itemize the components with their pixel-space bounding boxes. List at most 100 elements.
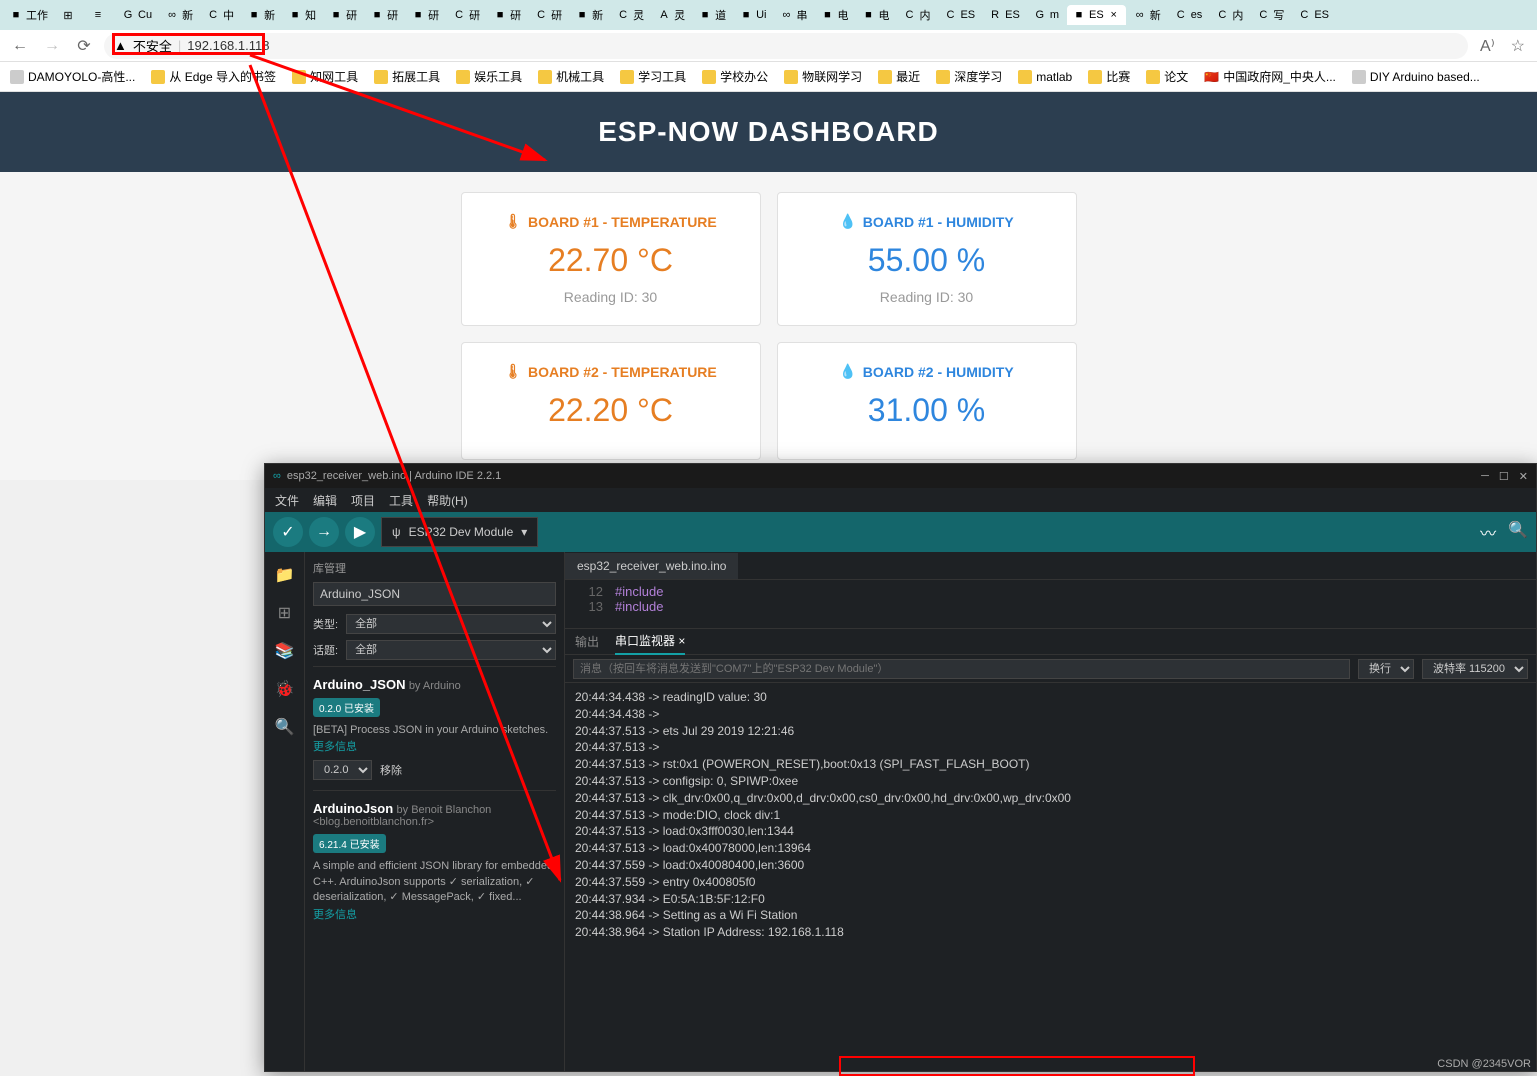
bookmark-item[interactable]: 物联网学习	[780, 66, 866, 87]
read-aloud-icon[interactable]: A⁾	[1476, 36, 1499, 56]
browser-tab[interactable]: Gm	[1028, 5, 1065, 25]
browser-tab[interactable]: ■研	[324, 3, 363, 27]
bookmark-item[interactable]: 学校办公	[698, 66, 772, 87]
search-icon[interactable]: 🔍	[274, 716, 296, 738]
library-manager-icon[interactable]: 📚	[274, 640, 296, 662]
browser-tab[interactable]: Ces	[1169, 5, 1209, 25]
debug-icon[interactable]: 🐞	[274, 678, 296, 700]
folder-icon[interactable]: 📁	[274, 564, 296, 586]
lib-author: by Arduino	[409, 680, 461, 692]
back-button[interactable]: ←	[8, 34, 32, 58]
board-manager-icon[interactable]: ⊞	[274, 602, 296, 624]
minimize-icon[interactable]: ─	[1481, 470, 1489, 483]
tab-label: 研	[346, 7, 357, 23]
bookmark-item[interactable]: matlab	[1014, 68, 1076, 86]
browser-tab[interactable]: ∞串	[774, 3, 813, 27]
menu-item[interactable]: 文件	[275, 492, 299, 509]
browser-tab[interactable]: ■电	[815, 3, 854, 27]
browser-tab[interactable]: CES	[938, 5, 981, 25]
bookmark-item[interactable]: 娱乐工具	[452, 66, 526, 87]
browser-tab[interactable]: ■电	[856, 3, 895, 27]
browser-tab[interactable]: C灵	[611, 3, 650, 27]
browser-tab[interactable]: ■研	[406, 3, 445, 27]
browser-tab[interactable]: ∞新	[1128, 3, 1167, 27]
serial-plotter-icon[interactable]: 〰	[1480, 520, 1496, 544]
bookmark-item[interactable]: 学习工具	[616, 66, 690, 87]
upload-button[interactable]: →	[309, 517, 339, 547]
menu-item[interactable]: 编辑	[313, 492, 337, 509]
board-selector[interactable]: ψ ESP32 Dev Module ▾	[381, 517, 538, 547]
browser-tab[interactable]: C研	[529, 3, 568, 27]
bookmark-item[interactable]: 论文	[1142, 66, 1192, 87]
topic-select[interactable]: 全部	[346, 640, 556, 660]
browser-tab[interactable]: ■研	[488, 3, 527, 27]
lib-remove-button[interactable]: 移除	[380, 762, 402, 778]
bookmark-item[interactable]: 比赛	[1084, 66, 1134, 87]
bookmark-item[interactable]: 深度学习	[932, 66, 1006, 87]
maximize-icon[interactable]: ☐	[1499, 470, 1509, 483]
lib-more-link[interactable]: 更多信息	[313, 738, 556, 754]
browser-tab[interactable]: ■研	[365, 3, 404, 27]
browser-tab[interactable]: ■Ui	[734, 5, 772, 25]
editor-tab[interactable]: esp32_receiver_web.ino.ino	[565, 553, 738, 579]
browser-tab[interactable]: RES	[983, 5, 1026, 25]
refresh-button[interactable]: ⟳	[72, 34, 96, 58]
bookmark-item[interactable]: 知网工具	[288, 66, 362, 87]
browser-tab[interactable]: ≡	[86, 5, 114, 25]
browser-tab[interactable]: C写	[1251, 3, 1290, 27]
verify-button[interactable]: ✓	[273, 517, 303, 547]
browser-tab[interactable]: CES	[1292, 5, 1335, 25]
output-tab[interactable]: 输出	[575, 629, 599, 654]
bookmark-item[interactable]: DAMOYOLO-高性...	[6, 66, 139, 87]
browser-tab[interactable]: A灵	[652, 3, 691, 27]
url-input[interactable]: ▲ 不安全 | 192.168.1.118	[104, 33, 1468, 59]
serial-monitor-tab[interactable]: 串口监视器 ×	[615, 628, 685, 655]
menu-item[interactable]: 项目	[351, 492, 375, 509]
close-tab-icon[interactable]: ×	[678, 634, 685, 648]
bookmark-item[interactable]: 最近	[874, 66, 924, 87]
bookmark-item[interactable]: 🇨🇳中国政府网_中央人...	[1200, 66, 1340, 87]
browser-tab[interactable]: C中	[201, 3, 240, 27]
dashboard-card: 💧BOARD #2 - HUMIDITY 31.00 %	[777, 342, 1077, 460]
browser-tab[interactable]: GCu	[116, 5, 158, 25]
browser-tab[interactable]: ■ES×	[1067, 5, 1126, 25]
serial-output[interactable]: 20:44:34.438 -> readingID value: 3020:44…	[565, 683, 1536, 1071]
line-ending-select[interactable]: 换行	[1358, 659, 1414, 679]
bookmark-item[interactable]: 机械工具	[534, 66, 608, 87]
browser-tab[interactable]: C研	[447, 3, 486, 27]
browser-tab[interactable]: ■工作	[4, 3, 54, 27]
debug-button[interactable]: ▶	[345, 517, 375, 547]
lib-more-link[interactable]: 更多信息	[313, 906, 556, 922]
bookmark-item[interactable]: DIY Arduino based...	[1348, 68, 1484, 86]
browser-tab[interactable]: C内	[1210, 3, 1249, 27]
browser-tab[interactable]: ■知	[283, 3, 322, 27]
code-editor[interactable]: 12#include 13#include	[565, 580, 1536, 628]
lib-version-select[interactable]: 0.2.0	[313, 760, 372, 780]
lib-panel-title: 库管理	[313, 560, 556, 576]
menu-item[interactable]: 工具	[389, 492, 413, 509]
close-icon[interactable]: ×	[1108, 9, 1120, 21]
bookmark-item[interactable]: 从 Edge 导入的书签	[147, 66, 280, 87]
browser-tab[interactable]: ■道	[693, 3, 732, 27]
serial-monitor-icon[interactable]: 🔍	[1508, 520, 1528, 544]
forward-button[interactable]: →	[40, 34, 64, 58]
menu-item[interactable]: 帮助(H)	[427, 492, 468, 509]
browser-tab[interactable]: ⊞	[56, 5, 84, 25]
browser-tab[interactable]: C内	[897, 3, 936, 27]
dashboard-card: 💧BOARD #1 - HUMIDITY 55.00 % Reading ID:…	[777, 192, 1077, 326]
code-line: 12#include	[565, 584, 1536, 599]
browser-tab[interactable]: ∞新	[160, 3, 199, 27]
close-icon[interactable]: ✕	[1519, 470, 1528, 483]
tab-favicon: ∞	[1134, 9, 1146, 21]
arduino-titlebar[interactable]: ∞ esp32_receiver_web.ino | Arduino IDE 2…	[265, 464, 1536, 488]
serial-line: 20:44:34.438 ->	[575, 706, 1526, 723]
type-select[interactable]: 全部	[346, 614, 556, 634]
lib-search-input[interactable]	[313, 582, 556, 606]
bookmark-item[interactable]: 拓展工具	[370, 66, 444, 87]
droplet-icon: 💧	[839, 363, 856, 380]
browser-tab[interactable]: ■新	[242, 3, 281, 27]
favorite-icon[interactable]: ☆	[1507, 36, 1529, 56]
browser-tab[interactable]: ■新	[570, 3, 609, 27]
serial-message-input[interactable]	[573, 659, 1350, 679]
baud-rate-select[interactable]: 波特率 115200	[1422, 659, 1528, 679]
